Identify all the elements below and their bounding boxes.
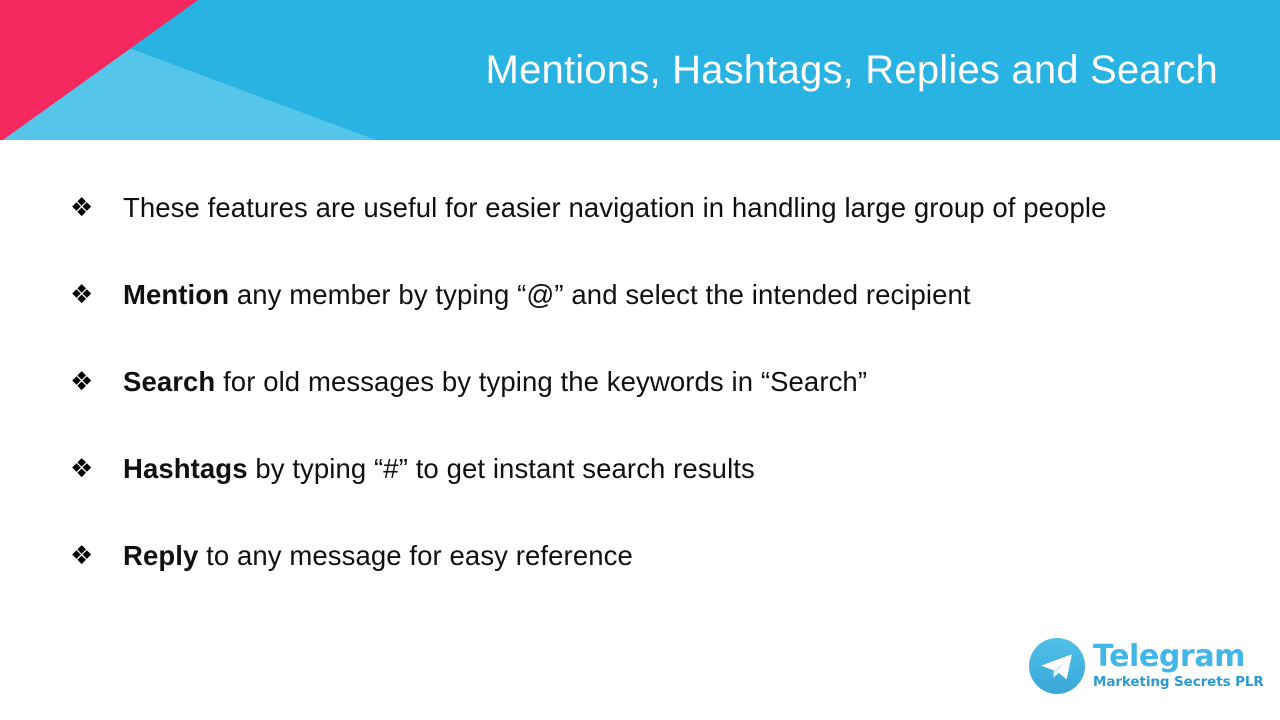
bullet-body-text: for old messages by typing the keywords … (215, 366, 868, 397)
bullet-lead-term: Search (123, 366, 216, 397)
bullet-item: ❖ Reply to any message for easy referenc… (66, 534, 1206, 578)
slide-canvas: Mentions, Hashtags, Replies and Search ❖… (0, 0, 1280, 720)
bullet-lead-term: Reply (123, 540, 199, 571)
slide-header: Mentions, Hashtags, Replies and Search (0, 0, 1280, 140)
diamond-bullet-icon: ❖ (70, 367, 94, 397)
logo-brand-name: Telegram (1093, 639, 1246, 675)
diamond-bullet-icon: ❖ (70, 541, 94, 571)
logo-tagline: Marketing Secrets PLR (1093, 674, 1264, 691)
bullet-text: These features are useful for easier nav… (123, 186, 1206, 230)
telegram-marketing-secrets-logo: Telegram Marketing Secrets PLR (1028, 633, 1268, 699)
bullet-item: ❖ Mention any member by typing “@” and s… (66, 273, 1206, 317)
bullet-item: ❖ These features are useful for easier n… (66, 186, 1206, 230)
bullet-text: Search for old messages by typing the ke… (123, 360, 1206, 404)
bullet-text: Hashtags by typing “#” to get instant se… (123, 447, 1206, 491)
diamond-bullet-icon: ❖ (70, 193, 94, 223)
slide-title: Mentions, Hashtags, Replies and Search (485, 48, 1218, 92)
bullet-body-text: These features are useful for easier nav… (123, 192, 1107, 223)
bullet-lead-term: Hashtags (123, 453, 248, 484)
bullet-text: Reply to any message for easy reference (123, 534, 1206, 578)
diamond-bullet-icon: ❖ (70, 280, 94, 310)
bullet-body-text: to any message for easy reference (198, 540, 633, 571)
bullet-body-text: by typing “#” to get instant search resu… (247, 453, 755, 484)
bullet-item: ❖ Search for old messages by typing the … (66, 360, 1206, 404)
bullet-list: ❖ These features are useful for easier n… (66, 186, 1206, 578)
telegram-badge (1028, 637, 1086, 695)
bullet-item: ❖ Hashtags by typing “#” to get instant … (66, 447, 1206, 491)
logo-wordmark: Telegram Marketing Secrets PLR (1093, 642, 1268, 690)
bullet-lead-term: Mention (123, 279, 230, 310)
paper-plane-icon (1029, 638, 1085, 694)
diamond-bullet-icon: ❖ (70, 454, 94, 484)
bullet-text: Mention any member by typing “@” and sel… (123, 273, 1206, 317)
bullet-body-text: any member by typing “@” and select the … (229, 279, 971, 310)
